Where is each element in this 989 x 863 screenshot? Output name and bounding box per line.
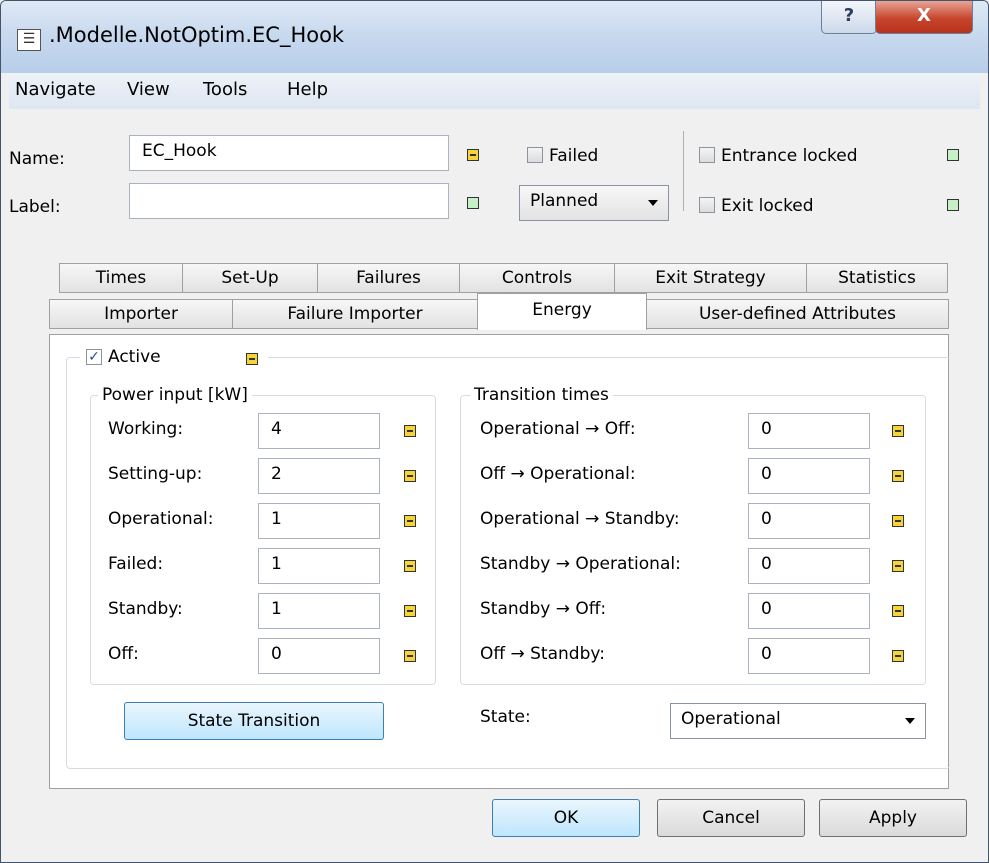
- menu-view[interactable]: View: [127, 79, 170, 100]
- name-label: Name:: [9, 149, 65, 169]
- ok-button[interactable]: OK: [492, 799, 640, 837]
- power-input-inherit-indicator[interactable]: [404, 605, 416, 617]
- transition-time-inherit-indicator[interactable]: [892, 650, 904, 662]
- power-input-inherit-indicator[interactable]: [404, 515, 416, 527]
- transition-time-inherit-indicator[interactable]: [892, 470, 904, 482]
- transition-time-label: Off → Operational:: [480, 464, 636, 484]
- tab-failures[interactable]: Failures: [317, 263, 460, 293]
- dialog-window: ☰ .Modelle.NotOptim.EC_Hook ? X Navigate…: [0, 0, 989, 863]
- entrance-locked-label: Entrance locked: [721, 146, 858, 166]
- power-input-field[interactable]: 1: [258, 548, 380, 584]
- menu-navigate[interactable]: Navigate: [15, 79, 96, 100]
- entrance-locked-checkbox[interactable]: [699, 147, 715, 163]
- power-input-label: Operational:: [108, 509, 214, 529]
- transition-time-inherit-indicator[interactable]: [892, 560, 904, 572]
- window-title: .Modelle.NotOptim.EC_Hook: [49, 23, 345, 47]
- transition-time-label: Operational → Off:: [480, 419, 636, 439]
- transition-time-field[interactable]: 0: [748, 593, 870, 629]
- power-input-label: Standby:: [108, 599, 183, 619]
- tab-times[interactable]: Times: [59, 263, 183, 293]
- power-input-label: Off:: [108, 644, 139, 664]
- transition-time-inherit-indicator[interactable]: [892, 425, 904, 437]
- transition-time-field[interactable]: 0: [748, 638, 870, 674]
- header-separator: [683, 131, 684, 211]
- power-input-field[interactable]: 0: [258, 638, 380, 674]
- active-checkbox[interactable]: ✓: [86, 349, 102, 365]
- active-inherit-indicator[interactable]: [246, 353, 258, 365]
- status-dropdown[interactable]: Planned: [519, 185, 669, 221]
- close-button[interactable]: X: [875, 1, 973, 34]
- transition-time-field[interactable]: 0: [748, 548, 870, 584]
- name-inherit-indicator[interactable]: [467, 149, 479, 161]
- transition-times-group-label: Transition times: [470, 385, 613, 405]
- failed-checkbox[interactable]: [527, 147, 543, 163]
- chevron-down-icon: [648, 200, 658, 206]
- transition-time-label: Operational → Standby:: [480, 509, 680, 529]
- power-input-label: Setting-up:: [108, 464, 203, 484]
- label-label: Label:: [9, 197, 61, 217]
- power-input-field[interactable]: 1: [258, 593, 380, 629]
- tab-exit-strategy[interactable]: Exit Strategy: [614, 263, 807, 293]
- tab-importer[interactable]: Importer: [49, 299, 233, 329]
- menu-bar: Navigate View Tools Help: [9, 73, 980, 110]
- app-icon: ☰: [17, 29, 41, 51]
- title-bar[interactable]: ☰ .Modelle.NotOptim.EC_Hook ? X: [1, 1, 988, 73]
- state-dropdown[interactable]: Operational: [670, 703, 926, 739]
- transition-time-field[interactable]: 0: [748, 458, 870, 494]
- power-input-field[interactable]: 2: [258, 458, 380, 494]
- entrance-locked-indicator[interactable]: [947, 149, 959, 161]
- menu-help[interactable]: Help: [287, 79, 328, 100]
- energy-panel: ✓ Active Power input [kW] Transition tim…: [49, 334, 950, 789]
- failed-label: Failed: [549, 146, 599, 166]
- tab-set-up[interactable]: Set-Up: [182, 263, 318, 293]
- apply-button[interactable]: Apply: [819, 799, 967, 837]
- help-button[interactable]: ?: [821, 1, 877, 34]
- power-input-group-label: Power input [kW]: [98, 385, 252, 405]
- transition-time-field[interactable]: 0: [748, 413, 870, 449]
- name-field[interactable]: EC_Hook: [129, 135, 449, 171]
- active-label: Active: [108, 347, 161, 367]
- cancel-button[interactable]: Cancel: [657, 799, 805, 837]
- exit-locked-label: Exit locked: [721, 196, 814, 216]
- label-field[interactable]: [129, 183, 449, 219]
- power-input-label: Working:: [108, 419, 184, 439]
- dialog-content: Name: EC_Hook Label: Failed Planned Entr…: [9, 109, 980, 853]
- active-group-header: ✓ Active: [80, 345, 268, 369]
- tab-failure-importer[interactable]: Failure Importer: [232, 299, 478, 329]
- transition-time-label: Off → Standby:: [480, 644, 605, 664]
- tab-statistics[interactable]: Statistics: [806, 263, 948, 293]
- tab-user-defined-attributes[interactable]: User-defined Attributes: [646, 299, 949, 329]
- status-value: Planned: [530, 191, 599, 211]
- transition-time-field[interactable]: 0: [748, 503, 870, 539]
- transition-time-label: Standby → Operational:: [480, 554, 681, 574]
- chevron-down-icon: [905, 718, 915, 724]
- tab-energy[interactable]: Energy: [477, 293, 647, 330]
- tab-controls[interactable]: Controls: [459, 263, 615, 293]
- power-input-field[interactable]: 1: [258, 503, 380, 539]
- transition-time-inherit-indicator[interactable]: [892, 605, 904, 617]
- menu-tools[interactable]: Tools: [203, 79, 247, 100]
- label-inherit-indicator[interactable]: [467, 197, 479, 209]
- transition-time-inherit-indicator[interactable]: [892, 515, 904, 527]
- state-transition-button[interactable]: State Transition: [124, 702, 384, 740]
- exit-locked-indicator[interactable]: [947, 199, 959, 211]
- power-input-field[interactable]: 4: [258, 413, 380, 449]
- power-input-inherit-indicator[interactable]: [404, 470, 416, 482]
- exit-locked-checkbox[interactable]: [699, 197, 715, 213]
- power-input-inherit-indicator[interactable]: [404, 650, 416, 662]
- state-value: Operational: [681, 709, 781, 729]
- power-input-label: Failed:: [108, 554, 164, 574]
- power-input-inherit-indicator[interactable]: [404, 560, 416, 572]
- state-label: State:: [480, 707, 531, 727]
- power-input-inherit-indicator[interactable]: [404, 425, 416, 437]
- transition-time-label: Standby → Off:: [480, 599, 607, 619]
